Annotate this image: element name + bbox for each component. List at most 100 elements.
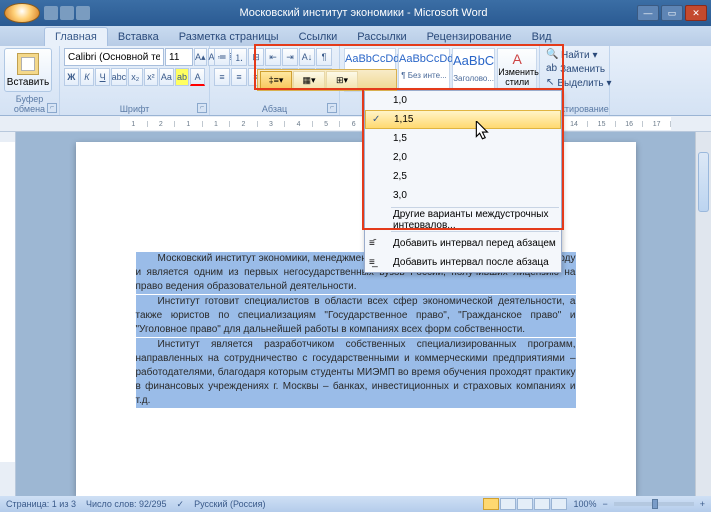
style-label: Заголово... — [453, 74, 494, 83]
ruler-tick: 16 — [616, 121, 644, 127]
shading-split-icon[interactable]: ▦▾ — [293, 71, 325, 89]
binoculars-icon: 🔍 — [546, 49, 558, 61]
tab-mailings[interactable]: Рассылки — [347, 28, 416, 46]
grow-font-icon[interactable]: A▴ — [194, 48, 207, 66]
indent-inc-icon[interactable]: ⇥ — [282, 48, 298, 66]
case-icon[interactable]: Aa — [159, 68, 174, 86]
line-spacing-split-icon[interactable]: ‡≡▾ — [260, 71, 292, 89]
line-spacing-menu: ‡≡▾ ▦▾ ⊞▾ 1,0✓1,151,52,02,53,0 Другие ва… — [364, 90, 562, 273]
style-nospacing[interactable]: AaBbCcDd ¶ Без инте... — [398, 48, 450, 92]
view-fullscreen-icon[interactable] — [500, 498, 516, 510]
menu-item-spacing-option[interactable]: 3,0 — [365, 186, 561, 205]
change-styles-button[interactable]: A Изменить стили — [497, 48, 537, 92]
style-label: ¶ Без инте... — [399, 71, 449, 80]
document-paragraph[interactable]: Институт готовит специалистов в области … — [136, 295, 576, 337]
multilevel-icon[interactable]: ⊟ — [248, 48, 264, 66]
status-language[interactable]: Русский (Россия) — [194, 499, 265, 509]
paste-button[interactable]: Вставить — [4, 48, 52, 92]
ruler-tick: 2 — [148, 121, 176, 127]
font-size-combo[interactable] — [165, 48, 193, 66]
clipboard-dialog-icon[interactable]: ⌐ — [47, 103, 57, 113]
font-dialog-icon[interactable]: ⌐ — [197, 103, 207, 113]
select-button[interactable]: ↖Выделить ▾ — [544, 76, 605, 90]
status-words[interactable]: Число слов: 92/295 — [86, 499, 167, 509]
menu-item-spacing-option[interactable]: 2,5 — [365, 167, 561, 186]
zoom-out-icon[interactable]: − — [602, 499, 607, 509]
align-center-icon[interactable]: ≡ — [231, 68, 247, 86]
check-icon: ✓ — [372, 114, 380, 125]
style-preview: AaBbC — [453, 53, 494, 68]
ruler-tick: 15 — [588, 121, 616, 127]
ruler-tick: 4 — [285, 121, 313, 127]
indent-dec-icon[interactable]: ⇤ — [265, 48, 281, 66]
tab-insert[interactable]: Вставка — [108, 28, 169, 46]
group-font-label: Шрифт — [60, 104, 209, 114]
zoom-slider[interactable] — [614, 502, 694, 506]
scrollbar-thumb[interactable] — [698, 152, 709, 212]
vertical-scrollbar[interactable] — [695, 132, 711, 496]
ruler-tick: 17 — [643, 121, 671, 127]
minimize-button[interactable]: — — [637, 5, 659, 21]
style-preview: AaBbCcDd — [345, 53, 395, 65]
tab-layout[interactable]: Разметка страницы — [169, 28, 289, 46]
view-web-icon[interactable] — [517, 498, 533, 510]
status-page[interactable]: Страница: 1 из 3 — [6, 499, 76, 509]
bold-icon[interactable]: Ж — [64, 68, 79, 86]
document-paragraph[interactable]: Институт является разработчиком собствен… — [136, 338, 576, 408]
horizontal-ruler[interactable]: 1211234567891011121314151617 — [0, 116, 711, 132]
show-marks-icon[interactable]: ¶ — [316, 48, 332, 66]
vertical-ruler[interactable] — [0, 132, 16, 496]
menu-item-spacing-option[interactable]: 1,5 — [365, 129, 561, 148]
menu-item-add-before[interactable]: ≡̄ Добавить интервал перед абзацем — [365, 234, 561, 253]
qat-save-icon[interactable] — [44, 6, 58, 20]
bullets-icon[interactable]: ≔ — [214, 48, 230, 66]
numbering-icon[interactable]: ⒈ — [231, 48, 247, 66]
style-preview: AaBbCcDd — [399, 53, 449, 65]
ruler-tick: 2 — [230, 121, 258, 127]
tab-view[interactable]: Вид — [522, 28, 562, 46]
space-before-icon: ≡̄ — [369, 237, 385, 251]
view-draft-icon[interactable] — [551, 498, 567, 510]
find-button[interactable]: 🔍Найти ▾ — [544, 48, 605, 62]
ribbon-tabs: Главная Вставка Разметка страницы Ссылки… — [0, 26, 711, 46]
view-outline-icon[interactable] — [534, 498, 550, 510]
zoom-in-icon[interactable]: + — [700, 499, 705, 509]
font-name-combo[interactable] — [64, 48, 164, 66]
superscript-icon[interactable]: x² — [144, 68, 159, 86]
status-proofing-icon[interactable]: ✓ — [177, 499, 185, 510]
tab-home[interactable]: Главная — [44, 27, 108, 46]
subscript-icon[interactable]: x₂ — [128, 68, 143, 86]
font-color-icon[interactable]: A — [190, 68, 205, 86]
zoom-level[interactable]: 100% — [573, 499, 596, 509]
style-heading1[interactable]: AaBbC Заголово... — [452, 48, 495, 92]
qat-redo-icon[interactable] — [76, 6, 90, 20]
underline-icon[interactable]: Ч — [95, 68, 110, 86]
menu-item-spacing-option[interactable]: 1,0 — [365, 91, 561, 110]
ruler-tick: 1 — [120, 121, 148, 127]
sort-icon[interactable]: A↓ — [299, 48, 315, 66]
tab-references[interactable]: Ссылки — [289, 28, 348, 46]
tab-review[interactable]: Рецензирование — [417, 28, 522, 46]
align-left-icon[interactable]: ≡ — [214, 68, 230, 86]
ruler-tick: 14 — [561, 121, 589, 127]
zoom-slider-thumb[interactable] — [652, 499, 658, 509]
menu-item-other-spacing[interactable]: Другие варианты междустрочных интервалов… — [365, 210, 561, 229]
view-print-icon[interactable] — [483, 498, 499, 510]
window-title: Московский институт экономики - Microsof… — [90, 7, 637, 19]
paste-icon — [17, 53, 39, 75]
borders-split-icon[interactable]: ⊞▾ — [326, 71, 358, 89]
maximize-button[interactable]: ▭ — [661, 5, 683, 21]
highlight-icon[interactable]: ab — [175, 68, 190, 86]
paragraph-dialog-icon[interactable]: ⌐ — [327, 103, 337, 113]
quick-access-toolbar — [44, 6, 90, 20]
office-button[interactable] — [4, 3, 40, 23]
replace-button[interactable]: abЗаменить — [544, 62, 605, 76]
menu-item-spacing-option[interactable]: ✓1,15 — [365, 110, 561, 129]
strike-icon[interactable]: abc — [111, 68, 127, 86]
menu-item-spacing-option[interactable]: 2,0 — [365, 148, 561, 167]
document-viewport: Московский институт экономики, менеджмен… — [16, 132, 695, 496]
italic-icon[interactable]: К — [80, 68, 95, 86]
menu-item-add-after[interactable]: ≡̲ Добавить интервал после абзаца — [365, 253, 561, 272]
close-button[interactable]: ✕ — [685, 5, 707, 21]
qat-undo-icon[interactable] — [60, 6, 74, 20]
